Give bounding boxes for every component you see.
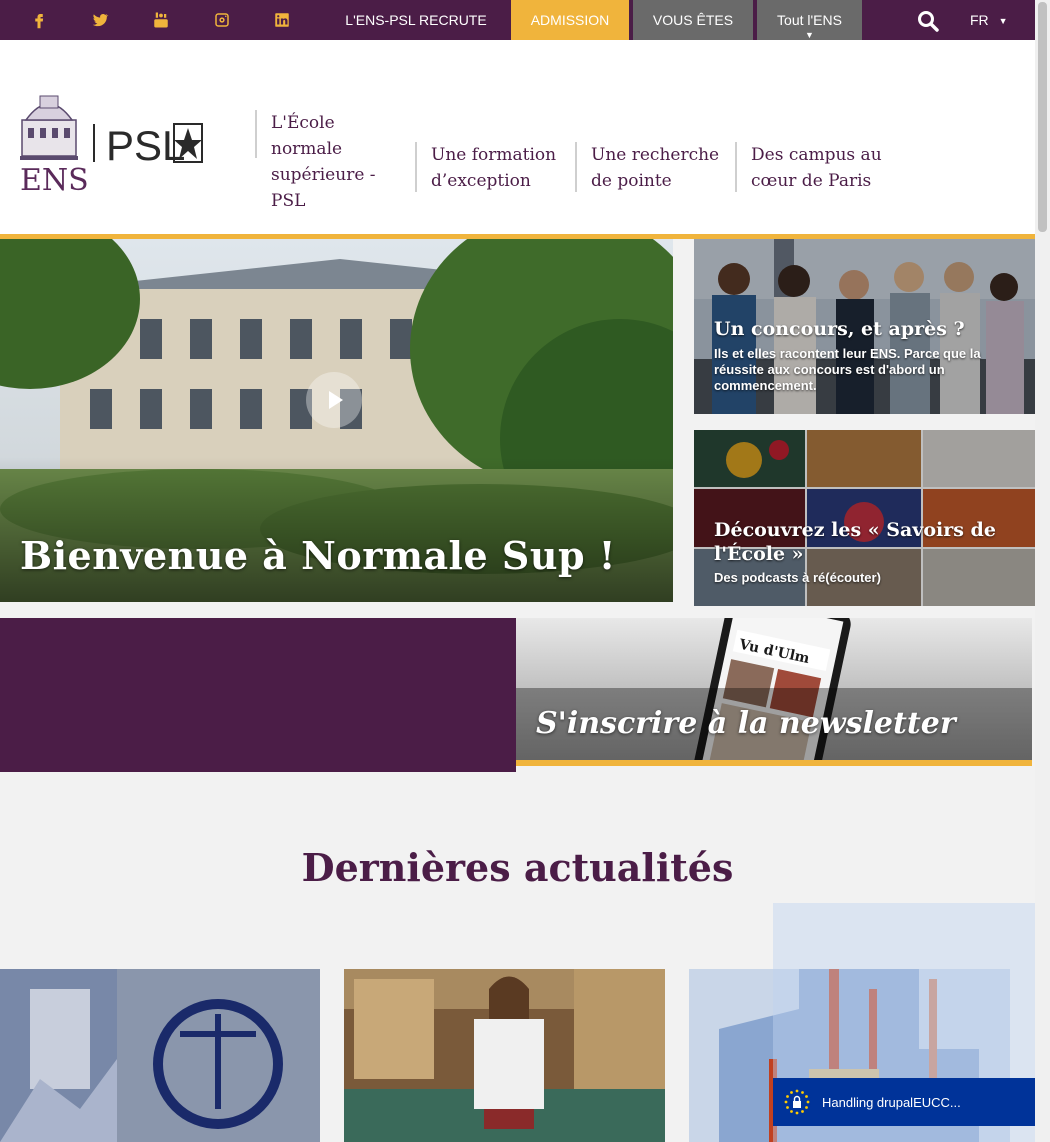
nav-recherche[interactable]: Une recherche de pointe — [575, 142, 730, 192]
newsletter-title[interactable]: S'inscrire à la newsletter — [536, 706, 956, 741]
twitter-icon[interactable] — [85, 0, 115, 40]
recrute-link[interactable]: L'ENS-PSL RECRUTE — [330, 0, 502, 40]
linkedin-icon[interactable] — [267, 0, 297, 40]
nav-recherche-label: Une recherche de pointe — [591, 145, 720, 191]
search-icon[interactable] — [916, 9, 940, 33]
instagram-icon[interactable] — [207, 0, 237, 40]
hero-title: Bienvenue à Normale Sup ! — [20, 533, 616, 578]
purple-banner — [0, 618, 516, 772]
nav-campus[interactable]: Des campus au cœur de Paris — [735, 142, 885, 192]
play-icon — [329, 391, 343, 409]
card-concours-title: Un concours, et après ? — [714, 318, 965, 340]
play-button[interactable] — [306, 372, 362, 428]
school-name[interactable]: L'École normale supérieure - PSL — [255, 110, 395, 211]
nav-formation-label: Une formation d’exception — [431, 145, 557, 191]
language-selector[interactable]: FR ▼ — [970, 0, 1008, 40]
facebook-icon[interactable] — [24, 0, 54, 40]
cookie-banner[interactable]: Handling drupalEUCC... — [773, 1078, 1035, 1126]
tout-ens-label: Tout l'ENS — [777, 12, 842, 28]
scrollbar-thumb[interactable] — [1038, 2, 1047, 232]
card-concours[interactable]: Un concours, et après ? Ils et elles rac… — [694, 239, 1035, 414]
ens-psl-logo[interactable]: ENS PSL — [18, 90, 208, 198]
caret-down-icon: ▼ — [998, 16, 1008, 26]
news-section-title: Dernières actualités — [301, 845, 734, 890]
news-thumbnail-2[interactable] — [344, 969, 665, 1142]
nav-formation[interactable]: Une formation d’exception — [415, 142, 570, 192]
nav-campus-label: Des campus au cœur de Paris — [751, 145, 882, 191]
card-savoirs-title: Découvrez les « Savoirs de l'École » — [714, 519, 996, 565]
card-concours-subtitle: Ils et elles racontent leur ENS. Parce q… — [714, 346, 981, 393]
newsletter-accent-border — [516, 760, 1032, 766]
eu-cookie-icon — [783, 1088, 811, 1116]
admission-link[interactable]: ADMISSION — [511, 0, 629, 40]
card-savoirs-subtitle: Des podcasts à ré(écouter) — [714, 570, 881, 585]
logo-ens-text: ENS — [20, 163, 89, 194]
top-bar: L'ENS-PSL RECRUTE ADMISSION VOUS ÊTES To… — [0, 0, 1035, 48]
youtube-icon[interactable] — [146, 0, 176, 40]
card-savoirs[interactable]: Découvrez les « Savoirs de l'École » Des… — [694, 430, 1035, 606]
news-thumbnail-1[interactable] — [0, 969, 320, 1142]
language-label: FR — [970, 12, 989, 28]
vous-etes-link[interactable]: VOUS ÊTES — [633, 0, 753, 40]
cookie-banner-text: Handling drupalEUCC... — [822, 1094, 961, 1110]
